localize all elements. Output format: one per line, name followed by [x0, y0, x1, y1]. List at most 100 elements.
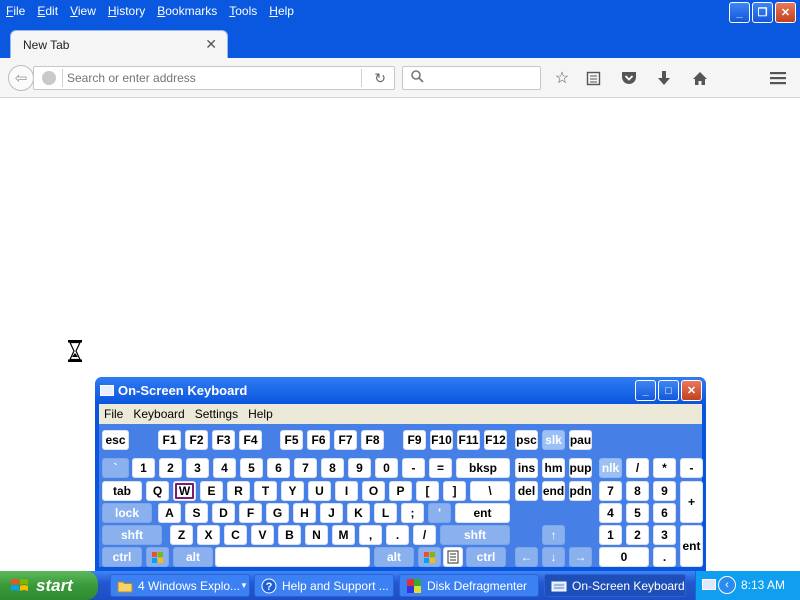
- key-f9-0-9[interactable]: F9: [403, 430, 426, 450]
- key-n-4-6[interactable]: N: [305, 525, 328, 545]
- key-l-3-9[interactable]: L: [374, 503, 397, 523]
- key-7-2-17[interactable]: 7: [599, 481, 622, 501]
- menu-bookmarks[interactable]: Bookmarks: [151, 1, 223, 21]
- key-esc-0-0[interactable]: esc: [102, 430, 129, 450]
- taskbar-item-help-and-support[interactable]: ? Help and Support ...: [254, 574, 394, 597]
- key-f12-0-12[interactable]: F12: [484, 430, 507, 450]
- key-k-3-8[interactable]: K: [347, 503, 370, 523]
- key-u-2-7[interactable]: U: [308, 481, 331, 501]
- key-3-4-15[interactable]: 3: [653, 525, 676, 545]
- key--1-0[interactable]: `: [102, 458, 129, 478]
- key--2-11[interactable]: [: [416, 481, 439, 501]
- key-windows-left[interactable]: [146, 547, 169, 567]
- reload-icon[interactable]: ↻: [374, 70, 386, 87]
- key-w-2-2[interactable]: W: [173, 481, 196, 501]
- key-8-1-8[interactable]: 8: [321, 458, 344, 478]
- reading-list-icon[interactable]: [582, 67, 604, 89]
- key--1-11[interactable]: -: [402, 458, 425, 478]
- menu-edit[interactable]: Edit: [31, 1, 64, 21]
- key--2-12[interactable]: ]: [443, 481, 466, 501]
- menu-history[interactable]: History: [102, 1, 151, 21]
- key-r-2-4[interactable]: R: [227, 481, 250, 501]
- taskbar-item-windows-explorer[interactable]: 4 Windows Explo... ▼: [110, 574, 250, 597]
- taskbar-item-on-screen-keyboard[interactable]: On-Screen Keyboard: [544, 574, 686, 597]
- key--5-8[interactable]: .: [653, 547, 676, 567]
- key-y-2-6[interactable]: Y: [281, 481, 304, 501]
- osk-close-button[interactable]: ✕: [681, 380, 702, 401]
- key-ctrl-5-0[interactable]: ctrl: [102, 547, 142, 567]
- key-m-4-7[interactable]: M: [332, 525, 355, 545]
- key-del-2-14[interactable]: del: [515, 481, 538, 501]
- key-ent-3-12[interactable]: ent: [455, 503, 510, 523]
- key--4-8[interactable]: ,: [359, 525, 382, 545]
- osk-menu-file[interactable]: File: [99, 407, 128, 421]
- key--3-11[interactable]: ': [428, 503, 451, 523]
- download-icon[interactable]: [653, 67, 675, 89]
- start-button[interactable]: start: [0, 571, 98, 600]
- key-pau-0-15[interactable]: pau: [569, 430, 592, 450]
- key-p-2-10[interactable]: P: [389, 481, 412, 501]
- key-i-2-8[interactable]: I: [335, 481, 358, 501]
- minimize-button[interactable]: _: [729, 2, 750, 23]
- key--5-5[interactable]: ↓: [542, 547, 565, 567]
- key-ent-4-16[interactable]: ent: [680, 525, 703, 567]
- key-4-3-13[interactable]: 4: [599, 503, 622, 523]
- key-x-4-2[interactable]: X: [197, 525, 220, 545]
- key-8-2-18[interactable]: 8: [626, 481, 649, 501]
- key-nlk-1-17[interactable]: nlk: [599, 458, 622, 478]
- tab-close-icon[interactable]: ✕: [205, 36, 217, 53]
- key-o-2-9[interactable]: O: [362, 481, 385, 501]
- key-1-4-13[interactable]: 1: [599, 525, 622, 545]
- key-5-1-5[interactable]: 5: [240, 458, 263, 478]
- key-f-3-4[interactable]: F: [239, 503, 262, 523]
- key-pup-1-16[interactable]: pup: [569, 458, 592, 478]
- key--1-18[interactable]: /: [626, 458, 649, 478]
- osk-maximize-button[interactable]: □: [658, 380, 679, 401]
- key-t-2-5[interactable]: T: [254, 481, 277, 501]
- key--1-20[interactable]: -: [680, 458, 703, 478]
- key-windows-right[interactable]: [418, 547, 441, 567]
- url-bar[interactable]: ↻: [33, 66, 395, 90]
- key-tab-2-0[interactable]: tab: [102, 481, 142, 501]
- key--1-19[interactable]: *: [653, 458, 676, 478]
- menu-tools[interactable]: Tools: [223, 1, 263, 21]
- key-f5-0-5[interactable]: F5: [280, 430, 303, 450]
- key-shft-4-0[interactable]: shft: [102, 525, 162, 545]
- key-slk-0-14[interactable]: slk: [542, 430, 565, 450]
- key-0-5-7[interactable]: 0: [599, 547, 649, 567]
- key-0-1-10[interactable]: 0: [375, 458, 398, 478]
- address-input[interactable]: [67, 67, 357, 89]
- key-7-1-7[interactable]: 7: [294, 458, 317, 478]
- key-f2-0-2[interactable]: F2: [185, 430, 208, 450]
- key-ctrl-5-3[interactable]: ctrl: [466, 547, 506, 567]
- tray-expand-icon[interactable]: ‹: [718, 576, 736, 594]
- key-f3-0-3[interactable]: F3: [212, 430, 235, 450]
- key-j-3-7[interactable]: J: [320, 503, 343, 523]
- key-3-1-3[interactable]: 3: [186, 458, 209, 478]
- menu-file[interactable]: File: [0, 1, 31, 21]
- key--2-13[interactable]: \: [470, 481, 510, 501]
- key-1-1-1[interactable]: 1: [132, 458, 155, 478]
- key--4-10[interactable]: /: [413, 525, 436, 545]
- key-f6-0-6[interactable]: F6: [307, 430, 330, 450]
- key-4-1-4[interactable]: 4: [213, 458, 236, 478]
- osk-menu-keyboard[interactable]: Keyboard: [128, 407, 189, 421]
- key--4-12[interactable]: ↑: [542, 525, 565, 545]
- key-f1-0-1[interactable]: F1: [158, 430, 181, 450]
- key-b-4-5[interactable]: B: [278, 525, 301, 545]
- key--1-12[interactable]: =: [429, 458, 452, 478]
- key--3-10[interactable]: ;: [401, 503, 424, 523]
- key--4-9[interactable]: .: [386, 525, 409, 545]
- key-f11-0-11[interactable]: F11: [457, 430, 480, 450]
- menu-view[interactable]: View: [64, 1, 102, 21]
- key--2-20[interactable]: +: [680, 481, 703, 523]
- key-pdn-2-16[interactable]: pdn: [569, 481, 592, 501]
- key-6-1-6[interactable]: 6: [267, 458, 290, 478]
- key-q-2-1[interactable]: Q: [146, 481, 169, 501]
- key-2-4-14[interactable]: 2: [626, 525, 649, 545]
- hamburger-menu-icon[interactable]: [767, 67, 789, 89]
- key-v-4-4[interactable]: V: [251, 525, 274, 545]
- key-alt-5-2[interactable]: alt: [374, 547, 414, 567]
- taskbar-item-disk-defragmenter[interactable]: Disk Defragmenter: [399, 574, 539, 597]
- key-d-3-3[interactable]: D: [212, 503, 235, 523]
